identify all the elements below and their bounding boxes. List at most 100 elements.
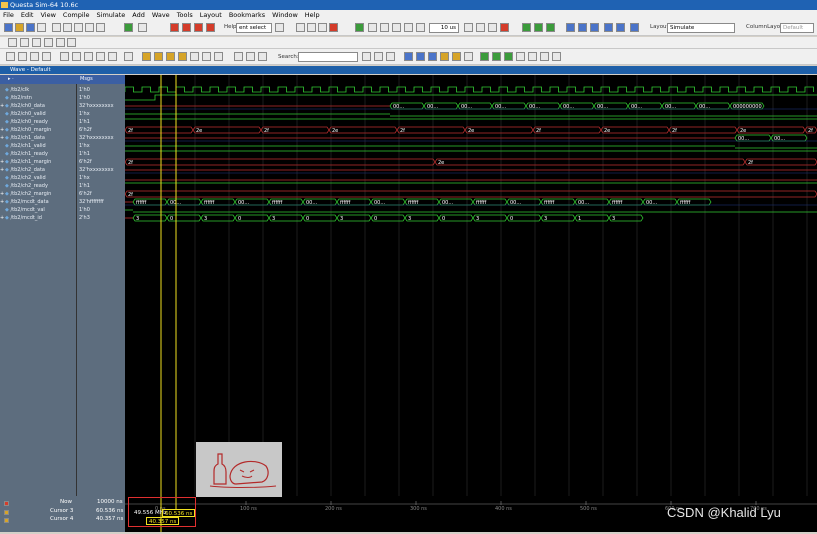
cursor3-icon[interactable] [4,510,9,515]
bookmark-icon[interactable] [296,23,305,32]
menu-add[interactable]: Add [132,11,145,19]
print-icon[interactable] [37,23,46,32]
select-mode-icon[interactable] [60,52,69,61]
arrow-up-icon[interactable] [368,23,377,32]
trace-down-icon[interactable] [630,23,639,32]
menu-simulate[interactable]: Simulate [97,11,126,19]
paste-wave-icon[interactable] [42,52,51,61]
menu-bookmarks[interactable]: Bookmarks [229,11,265,19]
layout-dataflow-icon[interactable] [534,23,543,32]
search-back-icon[interactable] [374,52,383,61]
open-folder-icon[interactable] [15,23,24,32]
edit-mode-icon[interactable] [84,52,93,61]
copy-icon[interactable] [63,23,72,32]
find-icon[interactable] [138,23,147,32]
refresh-icon[interactable] [20,38,29,47]
help-go-icon[interactable] [275,23,284,32]
signal-row[interactable]: ◆ /tb2/clk [0,86,29,94]
layout-schematic-icon[interactable] [546,23,555,32]
zoom-mode-icon[interactable] [72,52,81,61]
signal-row[interactable]: +◆ /tb2/ch0_margin [0,126,51,134]
breakpoint-prev-icon[interactable] [258,52,267,61]
cursor-lock-icon[interactable] [4,501,9,506]
cut-wave-icon[interactable] [6,52,15,61]
signal-row[interactable]: +◆ /tb2/ch0_data [0,102,45,110]
step-wave-icon[interactable] [190,52,199,61]
insert-breakpoint-icon[interactable] [234,52,243,61]
run-length-icon[interactable] [464,23,473,32]
wave-compare-icon[interactable] [124,52,133,61]
help-search-field[interactable]: ent select [236,23,272,33]
trace-icon[interactable] [616,23,625,32]
new-file-icon[interactable] [4,23,13,32]
continue-icon[interactable] [476,23,485,32]
wave-color-icon[interactable] [492,52,501,61]
step-out-icon[interactable] [578,23,587,32]
wave-event-icon[interactable] [540,52,549,61]
clear-icon[interactable] [67,38,76,47]
find-next-edge-icon[interactable] [154,52,163,61]
breakpoint-next-icon[interactable] [246,52,255,61]
wave-radix-icon[interactable] [516,52,525,61]
cut-icon[interactable] [52,23,61,32]
add-wave-icon[interactable] [355,23,364,32]
signal-row[interactable]: ◆ /tb2/ch1_ready [0,150,48,158]
forward-icon[interactable] [404,23,413,32]
wave-literal-icon[interactable] [552,52,561,61]
zoom-range-icon[interactable] [452,52,461,61]
delete-icon[interactable] [329,23,338,32]
run-length-field[interactable]: 10 us [429,23,459,33]
menu-view[interactable]: View [40,11,55,19]
split-mode-icon[interactable] [108,52,117,61]
environment-icon[interactable] [206,23,215,32]
find-next-transition-icon[interactable] [178,52,187,61]
menu-help[interactable]: Help [305,11,320,19]
search-forward-icon[interactable] [362,52,371,61]
zoom-cursor-icon[interactable] [440,52,449,61]
find-previous-edge-icon[interactable] [142,52,151,61]
group-icon[interactable] [44,38,53,47]
menu-compile[interactable]: Compile [63,11,90,19]
insert-cursor-icon[interactable] [8,38,17,47]
signal-row[interactable]: +◆ /tb2/mcdt_data [0,198,49,206]
divider-icon[interactable] [32,38,41,47]
stretch-mode-icon[interactable] [96,52,105,61]
waveform-canvas[interactable]: 00... 00... 00... 00... 00... 00... 00... 00...… [125,75,817,496]
menu-window[interactable]: Window [272,11,298,19]
signal-row[interactable]: ◆ /tb2/ch1_valid [0,142,46,150]
wave-format-icon[interactable] [480,52,489,61]
search-input[interactable] [298,52,358,62]
signal-row[interactable]: ◆ /tb2/ch2_valid [0,174,46,182]
copy-wave-icon[interactable] [30,52,39,61]
break-run-icon[interactable] [500,23,509,32]
signal-row[interactable]: +◆ /tb2/ch1_margin [0,158,51,166]
menu-file[interactable]: File [3,11,14,19]
step-over-icon[interactable] [318,23,327,32]
signal-row[interactable]: +◆ /tb2/mcdt_id [0,214,42,222]
expand-icon[interactable] [214,52,223,61]
back-icon[interactable] [392,23,401,32]
stop-icon[interactable] [182,23,191,32]
cursor4-flag[interactable]: 40.357 ns [146,517,180,525]
signal-row[interactable]: ◆ /tb2/ch2_ready [0,182,48,190]
column-layout-select[interactable]: Default [780,23,814,33]
zoom-in-icon[interactable] [404,52,413,61]
layout-select[interactable]: Simulate [667,23,735,33]
step-icon[interactable] [307,23,316,32]
step-back-icon[interactable] [590,23,599,32]
zoom-out-icon[interactable] [416,52,425,61]
redo-icon[interactable] [96,23,105,32]
menu-wave[interactable]: Wave [152,11,170,19]
waveform-pane[interactable]: 00... 00... 00... 00... 00... 00... 00... 00...… [125,75,817,496]
name-column-header[interactable]: ▸ · [8,76,14,82]
signal-row[interactable]: ◆ /tb2/rstn [0,94,32,102]
cursor3-label[interactable]: Cursor 3 [50,508,73,514]
step-into-icon[interactable] [566,23,575,32]
compile-icon[interactable] [124,23,133,32]
signal-row[interactable]: +◆ /tb2/ch1_data [0,134,45,142]
search-options-icon[interactable] [386,52,395,61]
run-all-icon[interactable] [488,23,497,32]
find-previous-transition-icon[interactable] [166,52,175,61]
wave-analog-icon[interactable] [528,52,537,61]
debug-icon[interactable] [604,23,613,32]
